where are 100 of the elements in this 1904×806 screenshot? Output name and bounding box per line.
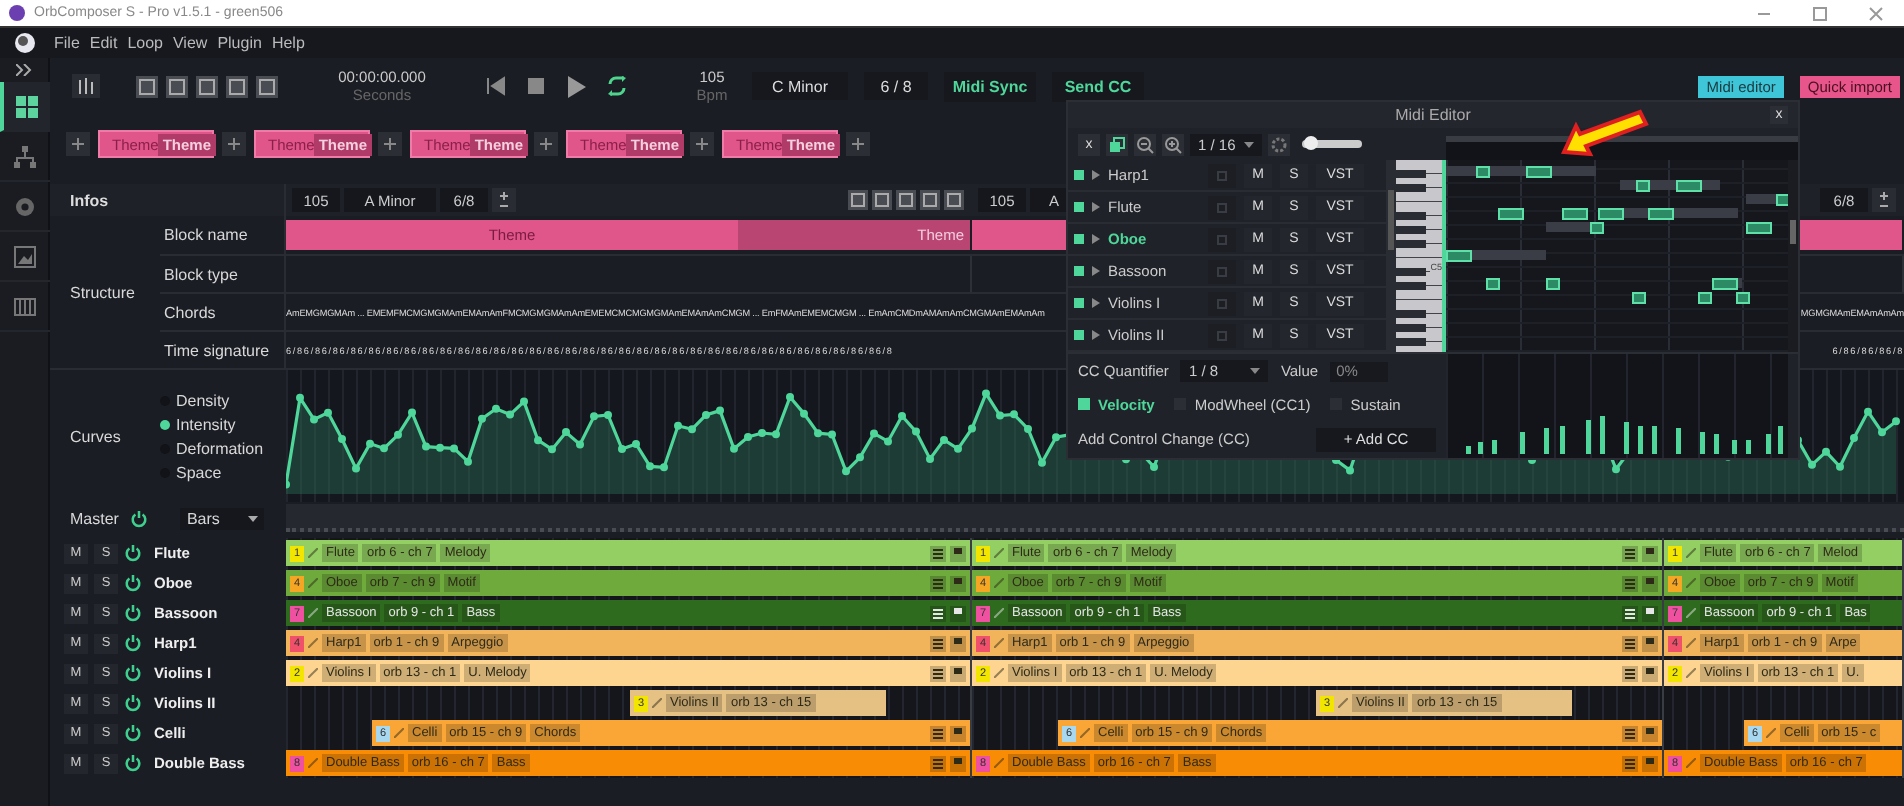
transpose-icon[interactable] — [1872, 188, 1896, 212]
piano-roll-ruler[interactable] — [1446, 136, 1798, 160]
checkbox[interactable] — [1078, 398, 1090, 411]
image-icon[interactable] — [13, 245, 35, 267]
curve-option[interactable]: Space — [160, 463, 286, 481]
power-icon[interactable] — [124, 574, 142, 592]
meter-field[interactable]: 6 / 8 — [864, 72, 928, 100]
save-icon[interactable] — [950, 545, 966, 561]
menu-item[interactable]: File — [54, 34, 80, 52]
settings-icon[interactable] — [1267, 133, 1290, 155]
gear-icon[interactable] — [13, 195, 35, 217]
list-icon[interactable] — [930, 575, 946, 591]
list-icon[interactable] — [930, 725, 946, 741]
save-icon[interactable] — [950, 755, 966, 771]
scrollbar-thumb[interactable] — [1388, 190, 1394, 250]
skip-back-icon[interactable] — [486, 76, 506, 96]
power-icon[interactable] — [124, 724, 142, 742]
scrollbar-thumb[interactable] — [1790, 220, 1796, 244]
save-icon[interactable] — [950, 725, 966, 741]
add-icon[interactable] — [534, 132, 558, 156]
view-toggle-icon[interactable] — [136, 75, 158, 97]
network-icon[interactable] — [13, 145, 35, 167]
list-icon[interactable] — [930, 545, 946, 561]
stop-icon[interactable] — [526, 76, 546, 96]
sync-button[interactable]: Send CC — [1052, 71, 1144, 101]
view-toggle-icon[interactable] — [226, 75, 248, 97]
list-icon[interactable] — [930, 665, 946, 681]
save-icon[interactable] — [950, 635, 966, 651]
power-icon[interactable] — [124, 664, 142, 682]
save-icon[interactable] — [950, 575, 966, 591]
section-label: Structure — [70, 283, 135, 301]
row-label: Block name — [164, 226, 248, 244]
zoom-out-icon[interactable] — [1134, 133, 1156, 155]
expand-icon[interactable] — [1092, 234, 1100, 244]
view-toggle-icon[interactable] — [196, 75, 218, 97]
key-field[interactable]: C Minor — [752, 72, 848, 100]
caret-icon — [1243, 141, 1254, 147]
save-icon[interactable] — [950, 605, 966, 621]
piano-icon[interactable] — [13, 295, 35, 317]
piano-roll-grid[interactable] — [1446, 160, 1788, 352]
power-icon[interactable] — [124, 634, 142, 652]
transpose-icon[interactable] — [492, 188, 516, 212]
list-icon[interactable] — [930, 635, 946, 651]
add-icon[interactable] — [378, 132, 402, 156]
view-dropdown[interactable]: Bars — [180, 507, 265, 529]
curve-option[interactable]: Density — [160, 391, 286, 409]
list-icon[interactable] — [1622, 665, 1638, 681]
mixer-icon[interactable] — [72, 74, 100, 98]
menu-item[interactable]: Plugin — [217, 34, 262, 52]
add-icon[interactable] — [66, 132, 90, 156]
list-icon[interactable] — [1622, 725, 1638, 741]
slider-thumb[interactable] — [1304, 136, 1319, 150]
curve-option[interactable]: Deformation — [160, 439, 286, 457]
save-icon[interactable] — [1642, 545, 1658, 561]
expand-icon[interactable] — [1092, 170, 1100, 180]
list-icon[interactable] — [1622, 545, 1638, 561]
piano-keys-drawing[interactable] — [1396, 160, 1446, 352]
power-icon[interactable] — [124, 544, 142, 562]
add-icon[interactable] — [222, 132, 246, 156]
save-icon[interactable] — [1642, 635, 1658, 651]
save-icon[interactable] — [950, 665, 966, 681]
save-icon[interactable] — [1642, 725, 1658, 741]
expand-icon[interactable] — [1092, 298, 1100, 308]
close-icon[interactable] — [1868, 5, 1884, 21]
list-icon[interactable] — [1622, 635, 1638, 651]
power-icon[interactable] — [124, 694, 142, 712]
add-icon[interactable] — [690, 132, 714, 156]
save-icon[interactable] — [1642, 665, 1658, 681]
view-toggle-icon[interactable] — [166, 75, 188, 97]
sidebar-item[interactable] — [0, 82, 49, 132]
menu-item[interactable]: Help — [271, 34, 305, 52]
velocity-bars-drawing[interactable] — [1466, 416, 1783, 454]
zoom-in-icon[interactable] — [1162, 133, 1184, 155]
list-icon[interactable] — [930, 755, 946, 771]
menu-item[interactable]: View — [172, 34, 208, 52]
menu-item[interactable]: Loop — [127, 34, 163, 52]
save-icon[interactable] — [1642, 575, 1658, 591]
loop-icon[interactable] — [606, 76, 628, 96]
list-icon[interactable] — [1622, 575, 1638, 591]
curve-option[interactable]: Intensity — [160, 415, 286, 433]
expand-icon[interactable] — [16, 64, 32, 76]
expand-icon[interactable] — [1092, 202, 1100, 212]
power-icon[interactable] — [130, 509, 149, 527]
power-icon[interactable] — [124, 604, 142, 622]
copy-icon[interactable] — [1106, 133, 1128, 155]
radio-icon[interactable] — [160, 419, 170, 429]
maximize-icon[interactable] — [1812, 5, 1828, 21]
add-icon[interactable] — [846, 132, 870, 156]
expand-icon[interactable] — [1092, 266, 1100, 276]
expand-icon[interactable] — [1092, 330, 1100, 340]
menu-item[interactable]: Edit — [89, 34, 118, 52]
save-icon[interactable] — [1642, 755, 1658, 771]
play-icon[interactable] — [566, 75, 586, 97]
save-icon[interactable] — [1642, 605, 1658, 621]
sync-button[interactable]: Midi Sync — [944, 71, 1036, 101]
power-icon[interactable] — [124, 754, 142, 772]
grid-icon[interactable] — [15, 95, 37, 117]
view-toggle-icon[interactable] — [256, 75, 278, 97]
list-icon[interactable] — [1622, 755, 1638, 771]
zoom-slider[interactable] — [1301, 140, 1362, 148]
